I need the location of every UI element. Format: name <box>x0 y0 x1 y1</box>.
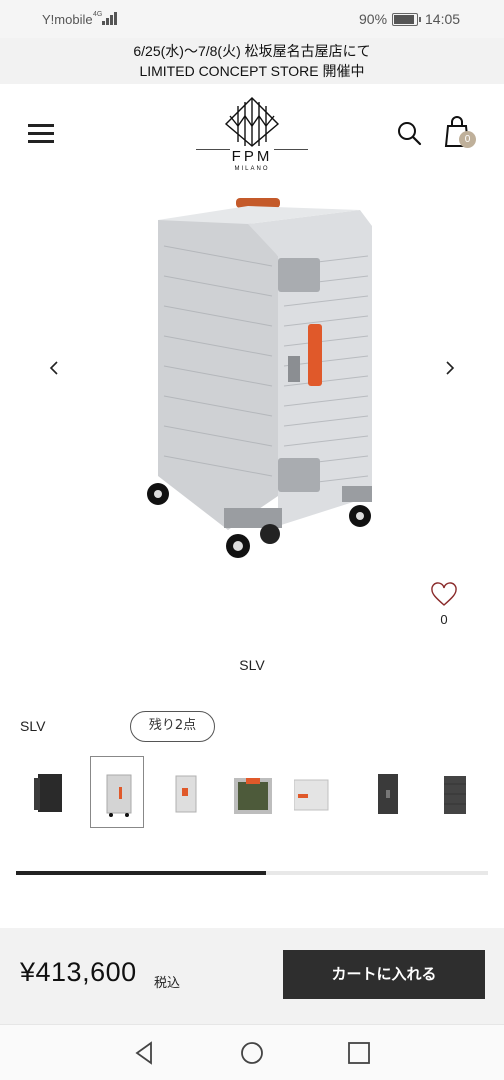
thumbnail-variant-silver[interactable] <box>90 756 144 828</box>
variant-thumbnails <box>16 756 504 830</box>
signal-icon <box>101 11 119 25</box>
cart-count-badge: 0 <box>459 131 476 148</box>
logo-subtitle: MILANO <box>234 166 270 172</box>
stock-remaining-badge: 残り2点 <box>130 711 215 742</box>
recents-square-icon[interactable] <box>346 1040 372 1066</box>
search-icon[interactable] <box>396 120 422 146</box>
thumbnail-variant-black[interactable] <box>22 756 76 828</box>
thumbnail-dark-front[interactable] <box>362 756 416 828</box>
clock: 14:05 <box>425 11 461 27</box>
image-color-caption: SLV <box>239 657 265 673</box>
fpm-logo[interactable]: FPM MILANO <box>196 94 308 180</box>
logo-emblem-icon <box>196 97 308 151</box>
thumbnail-dark-back[interactable] <box>430 756 484 828</box>
heart-icon <box>431 582 457 606</box>
status-bar: Y!mobile 4G 90% 14:05 <box>0 0 504 38</box>
system-nav-bar <box>0 1024 504 1080</box>
battery-percent: 90% <box>359 11 388 27</box>
home-circle-icon[interactable] <box>239 1040 265 1066</box>
thumbnail-silver-side[interactable] <box>158 756 212 828</box>
carrier-name: Y!mobile <box>42 12 93 27</box>
chevron-left-icon[interactable] <box>42 356 66 380</box>
chevron-right-icon[interactable] <box>438 356 462 380</box>
favorite-button[interactable]: 0 <box>428 582 460 628</box>
back-triangle-icon[interactable] <box>131 1040 157 1066</box>
tax-included-label: 税込 <box>154 976 181 991</box>
announcement-banner[interactable]: 6/25(水)〜7/8(火) 松坂屋名古屋店にて LIMITED CONCEPT… <box>0 38 504 84</box>
favorite-count: 0 <box>440 612 448 627</box>
product-price: ¥413,600 <box>20 957 137 987</box>
logo-wordmark: FPM <box>231 148 273 165</box>
selected-variant-label: SLV <box>20 718 46 734</box>
hamburger-menu-icon[interactable] <box>28 124 54 143</box>
site-header: FPM MILANO 0 <box>0 84 504 184</box>
battery-icon <box>392 13 421 26</box>
carousel-progress-fill <box>16 871 267 875</box>
thumbnail-silver-lying[interactable] <box>294 756 348 828</box>
carousel-progress-track[interactable] <box>16 871 488 875</box>
add-to-cart-button[interactable]: カートに入れる <box>283 950 485 999</box>
thumbnail-silver-open[interactable] <box>226 756 280 828</box>
announcement-line-1: 6/25(水)〜7/8(火) 松坂屋名古屋店にて <box>133 43 371 59</box>
suitcase-product-image <box>147 198 372 558</box>
purchase-bar: ¥413,600 税込 カートに入れる <box>0 928 504 1024</box>
announcement-line-2: LIMITED CONCEPT STORE 開催中 <box>139 63 365 79</box>
product-gallery[interactable]: 0 <box>0 184 504 644</box>
